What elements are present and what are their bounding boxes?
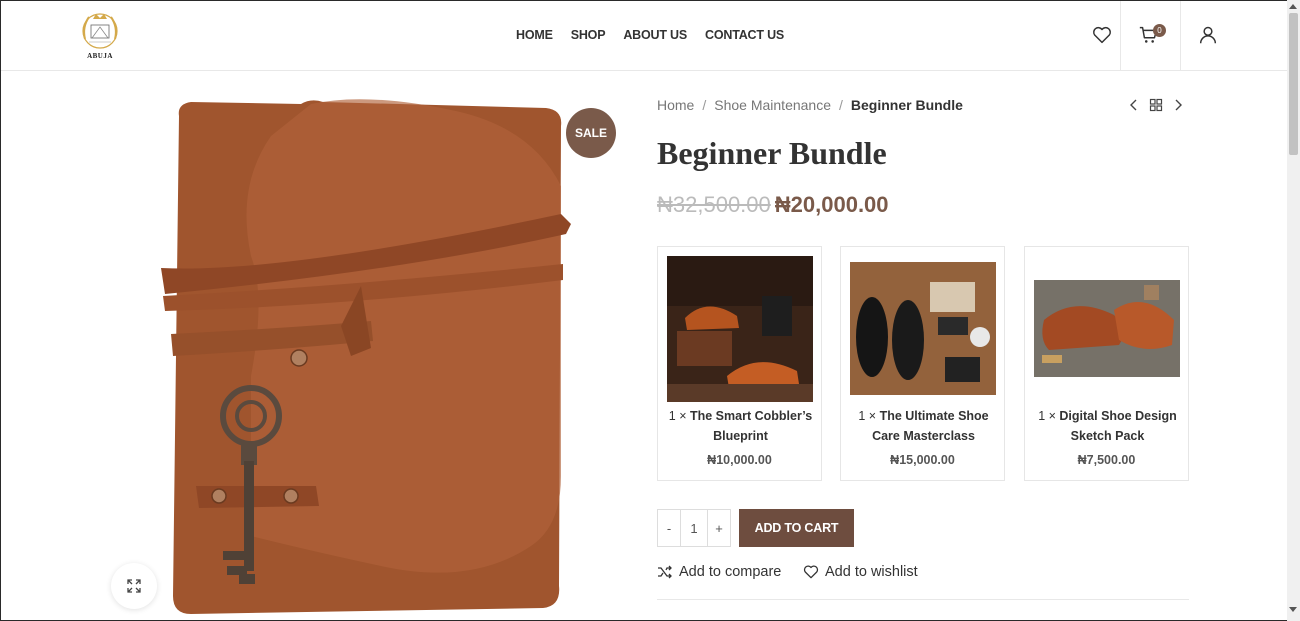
breadcrumb-separator: / [702, 97, 707, 113]
product-main-image[interactable] [151, 96, 591, 618]
browser-viewport: ABUJA HOME SHOP ABOUT US CONTACT US 0 SA… [0, 0, 1287, 621]
quantity-increase-button[interactable]: + [708, 510, 730, 546]
add-to-compare-link[interactable]: Add to compare [657, 564, 781, 580]
bundle-item-name[interactable]: 1 × The Smart Cobbler’s Blueprint [662, 406, 819, 446]
breadcrumb-current: Beginner Bundle [850, 97, 963, 113]
main-nav: HOME SHOP ABOUT US CONTACT US [516, 28, 784, 42]
add-to-wishlist-label: Add to wishlist [825, 564, 918, 580]
add-to-compare-label: Add to compare [679, 564, 782, 580]
wishlist-heart-icon[interactable] [1091, 24, 1113, 46]
quantity-decrease-button[interactable]: - [658, 510, 680, 546]
zoom-expand-button[interactable] [111, 563, 157, 609]
nav-shop[interactable]: SHOP [571, 28, 606, 42]
add-to-cart-button[interactable]: ADD TO CART [739, 509, 854, 547]
bundle-item-name[interactable]: 1 × Digital Shoe Design Sketch Pack [1029, 406, 1186, 446]
bundle-item-image[interactable] [1034, 280, 1180, 377]
breadcrumb: Home / Shoe Maintenance / Beginner Bundl… [657, 97, 963, 113]
compare-shuffle-icon [658, 565, 672, 579]
price-sale: ₦20,000.00 [774, 192, 889, 217]
next-product-chevron-icon[interactable] [1171, 98, 1185, 112]
bundle-item-image[interactable] [850, 262, 996, 395]
cart-count-badge: 0 [1153, 24, 1166, 37]
quantity-stepper: - 1 + [657, 509, 731, 547]
previous-product-chevron-icon[interactable] [1127, 98, 1141, 112]
section-divider [657, 599, 1189, 600]
bundle-item-title[interactable]: Digital Shoe Design Sketch Pack [1059, 409, 1176, 443]
add-to-wishlist-link[interactable]: Add to wishlist [803, 564, 918, 580]
nav-home[interactable]: HOME [516, 28, 553, 42]
bundle-item-card[interactable]: 1 × The Smart Cobbler’s Blueprint ₦10,00… [657, 246, 822, 481]
back-to-shop-grid-icon[interactable] [1149, 98, 1163, 112]
nav-about-us[interactable]: ABOUT US [623, 28, 687, 42]
brand-logo-text: ABUJA [87, 52, 113, 60]
bundle-item-price: ₦7,500.00 [1077, 453, 1136, 467]
expand-icon [127, 579, 141, 593]
bundle-item-qty: 1 × [858, 409, 877, 423]
nav-contact-us[interactable]: CONTACT US [705, 28, 784, 42]
account-user-icon[interactable] [1197, 24, 1219, 46]
bundle-item-image[interactable] [667, 256, 813, 402]
bundle-item-title[interactable]: The Smart Cobbler’s Blueprint [690, 409, 812, 443]
bundle-item-price: ₦10,000.00 [707, 453, 772, 467]
breadcrumb-category[interactable]: Shoe Maintenance [714, 97, 831, 113]
wishlist-heart-icon [803, 565, 819, 579]
header-divider [1180, 1, 1181, 71]
site-header: ABUJA HOME SHOP ABOUT US CONTACT US 0 [1, 1, 1287, 71]
sale-badge: SALE [566, 108, 616, 158]
bundle-item-name[interactable]: 1 × The Ultimate Shoe Care Masterclass [845, 406, 1002, 446]
product-title: Beginner Bundle [657, 135, 887, 171]
page-scrollbar[interactable] [1287, 0, 1300, 621]
bundle-item-qty: 1 × [668, 409, 687, 423]
bundle-item-card[interactable]: 1 × The Ultimate Shoe Care Masterclass ₦… [840, 246, 1005, 481]
price-original: ₦32,500.00 [657, 192, 771, 217]
product-price: ₦32,500.00 ₦20,000.00 [657, 192, 889, 218]
bundle-item-card[interactable]: 1 × Digital Shoe Design Sketch Pack ₦7,5… [1024, 246, 1189, 481]
quantity-input[interactable]: 1 [680, 510, 708, 546]
bundle-item-title[interactable]: The Ultimate Shoe Care Masterclass [872, 409, 989, 443]
scroll-up-arrow-icon[interactable] [1289, 4, 1297, 9]
scrollbar-thumb[interactable] [1289, 13, 1298, 155]
header-divider [1120, 1, 1121, 71]
bundle-item-qty: 1 × [1038, 409, 1056, 423]
breadcrumb-separator: / [839, 97, 843, 113]
bundle-item-price: ₦15,000.00 [890, 453, 955, 467]
scroll-down-arrow-icon[interactable] [1289, 607, 1297, 612]
breadcrumb-home[interactable]: Home [657, 97, 694, 113]
